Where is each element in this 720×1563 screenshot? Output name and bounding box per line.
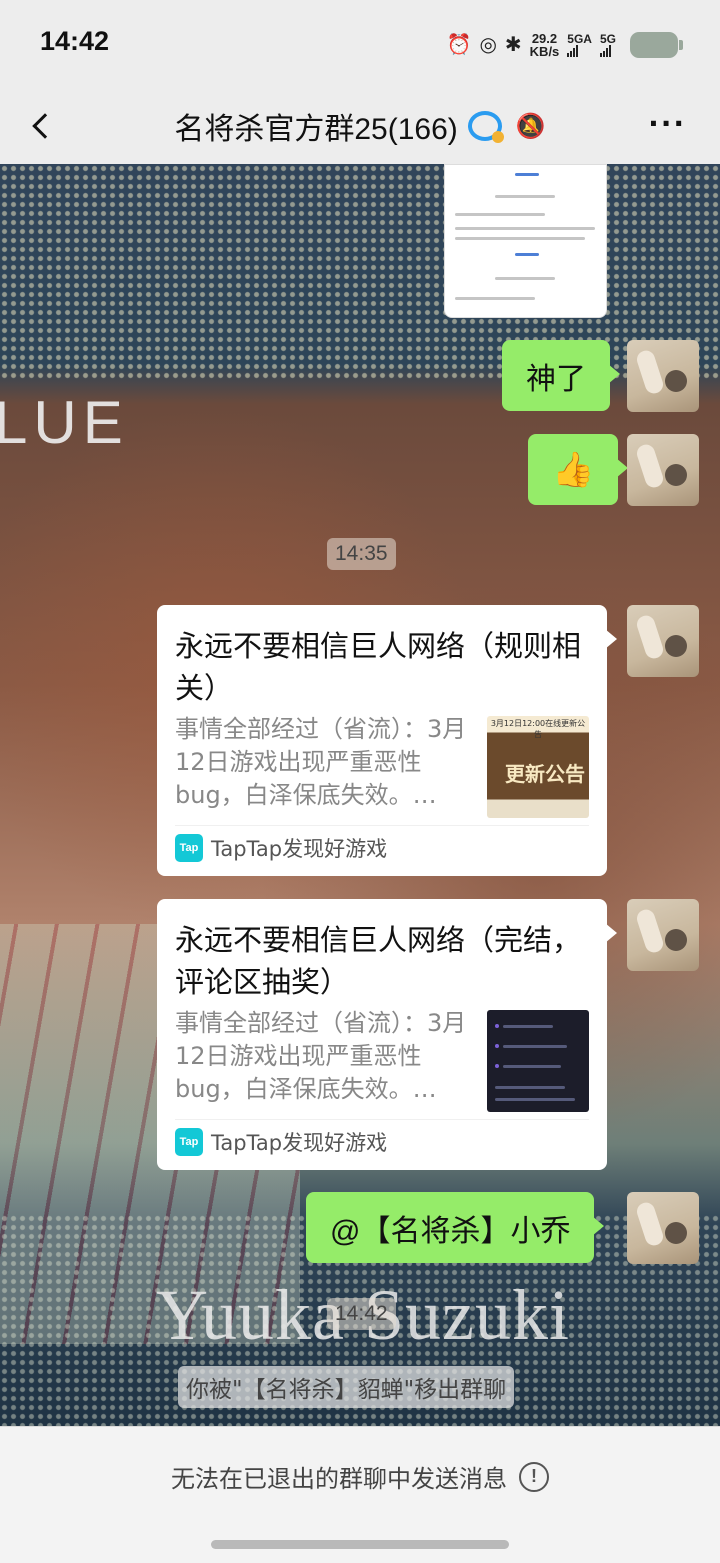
back-button[interactable] xyxy=(22,102,62,150)
chat-header: 名将杀官方群25(166) 🔕 ··· xyxy=(0,88,720,164)
bluetooth-icon: ✱ xyxy=(504,34,522,56)
chevron-left-icon xyxy=(32,113,58,139)
sim2-signal: 5G xyxy=(599,32,616,57)
taptap-logo-icon: Tap xyxy=(175,1128,203,1156)
home-indicator[interactable] xyxy=(211,1540,509,1549)
avatar[interactable] xyxy=(627,1192,699,1264)
message-bubble-self[interactable]: @【名将杀】小乔 xyxy=(306,1192,605,1263)
mute-bell-icon: 🔕 xyxy=(515,112,546,140)
thumbnail-text: 更新公告 xyxy=(505,762,585,786)
link-card-description: 事情全部经过（省流）：3月12日游戏出现严重恶性bug，白泽保底失效。… xyxy=(175,1009,467,1103)
eye-off-icon: ◎ xyxy=(479,34,497,56)
alarm-icon: ⏰ xyxy=(446,34,472,56)
sim1-signal: 5GA xyxy=(567,33,592,57)
status-time: 14:42 xyxy=(40,26,110,56)
link-card-thumbnail xyxy=(487,1010,589,1112)
avatar[interactable] xyxy=(627,434,699,506)
link-card[interactable]: 永远不要相信巨人网络（完结，评论区抽奖） 事情全部经过（省流）：3月12日游戏出… xyxy=(157,899,617,1170)
link-card-thumbnail: 3月12日12:00在线更新公告 更新公告 xyxy=(487,716,589,818)
avatar[interactable] xyxy=(627,340,699,412)
link-card[interactable]: 永远不要相信巨人网络（规则相关） 事情全部经过（省流）：3月12日游戏出现严重恶… xyxy=(157,605,617,876)
status-bar: 14:42 ⏰ ◎ ✱ 29.2 KB/s 5GA 5G xyxy=(0,0,720,88)
card-divider xyxy=(175,1119,589,1120)
link-card-source: Tap TapTap发现好游戏 xyxy=(175,833,387,863)
thumbnail-title: 3月12日12:00在线更新公告 xyxy=(490,719,586,739)
timestamp: 14:35 xyxy=(327,538,396,570)
disabled-notice: 无法在已退出的群聊中发送消息 ! xyxy=(0,1459,720,1494)
disabled-notice-text: 无法在已退出的群聊中发送消息 xyxy=(171,1465,507,1493)
source-label: TapTap发现好游戏 xyxy=(211,1131,388,1155)
link-card-source: Tap TapTap发现好游戏 xyxy=(175,1127,387,1157)
wallpaper-text-top: LUE xyxy=(0,389,129,456)
wallpaper-pattern-top xyxy=(0,164,720,379)
link-card-title: 永远不要相信巨人网络（规则相关） xyxy=(175,629,582,705)
info-icon[interactable]: ! xyxy=(519,1461,549,1492)
source-label: TapTap发现好游戏 xyxy=(211,837,388,861)
sim2-label: 5G xyxy=(599,32,616,46)
status-icons: ⏰ ◎ ✱ 29.2 KB/s 5GA 5G xyxy=(446,28,683,62)
thumbs-up-icon: 👍 xyxy=(552,450,595,489)
chat-title-group[interactable]: 名将杀官方群25(166) 🔕 xyxy=(174,104,546,148)
timestamp: 14:42 xyxy=(327,1298,396,1330)
card-divider xyxy=(175,825,589,826)
signal-icon xyxy=(599,45,616,57)
message-text: @【名将杀】小乔 xyxy=(330,1214,571,1248)
message-bubble-self[interactable]: 神了 xyxy=(502,340,620,411)
message-text: 神了 xyxy=(526,362,586,396)
system-message: 你被"【名将杀】貂蝉"移出群聊 xyxy=(178,1366,515,1408)
signal-icon xyxy=(567,45,592,57)
battery-icon xyxy=(630,32,683,58)
net-speed-unit: KB/s xyxy=(529,44,560,59)
avatar[interactable] xyxy=(627,605,699,677)
chat-bubble-icon xyxy=(467,111,504,143)
shared-screenshot-image[interactable] xyxy=(444,164,607,318)
net-speed: 29.2 KB/s xyxy=(530,32,560,58)
avatar[interactable] xyxy=(627,899,699,971)
sim1-label: 5GA xyxy=(567,32,592,46)
link-card-description: 事情全部经过（省流）：3月12日游戏出现严重恶性bug，白泽保底失效。… xyxy=(175,715,467,809)
chat-title: 名将杀官方群25(166) xyxy=(174,113,458,146)
chat-area[interactable]: LUE Yuuka Suzuki 神了 👍 14:35 永远不要相信巨人网络（规… xyxy=(0,164,720,1426)
message-bubble-self[interactable]: 👍 xyxy=(528,434,629,505)
taptap-logo-icon: Tap xyxy=(175,834,203,862)
link-card-title: 永远不要相信巨人网络（完结，评论区抽奖） xyxy=(175,923,582,999)
more-button[interactable]: ··· xyxy=(648,110,686,138)
